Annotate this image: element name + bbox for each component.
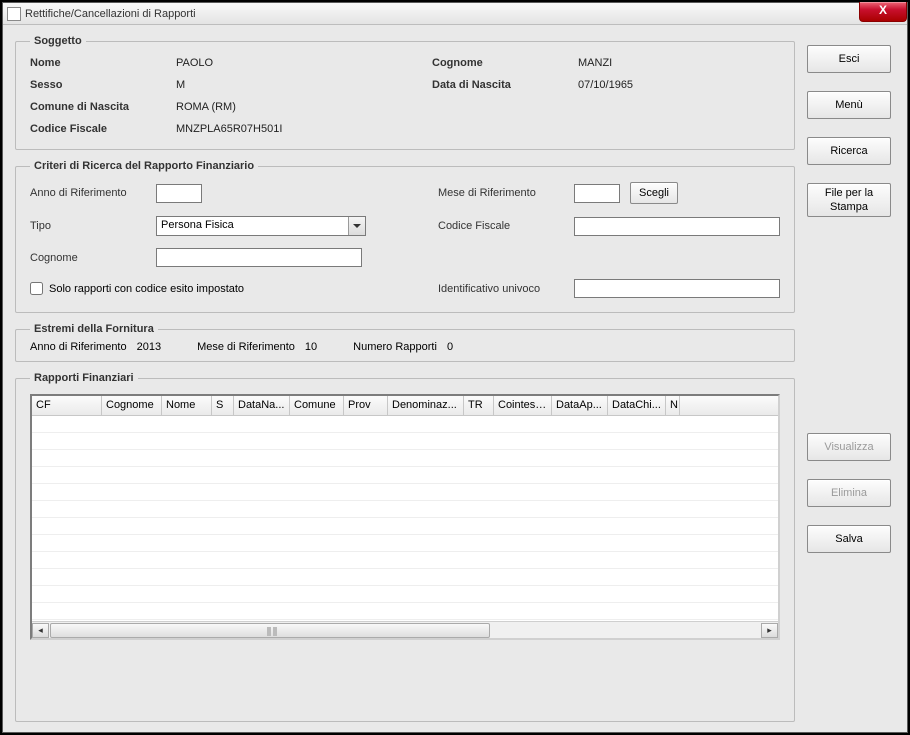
close-button[interactable]: X xyxy=(859,2,907,22)
solo-rapporti-checkbox[interactable]: Solo rapporti con codice esito impostato xyxy=(30,282,432,295)
value-nome: PAOLO xyxy=(176,57,426,69)
rapporti-group: Rapporti Finanziari CFCognomeNomeSDataNa… xyxy=(15,372,795,722)
label-data-nascita: Data di Nascita xyxy=(432,79,572,91)
column-header[interactable]: Comune xyxy=(290,396,344,415)
table-row[interactable] xyxy=(32,552,778,569)
column-header[interactable]: TR xyxy=(464,396,494,415)
column-header[interactable]: S xyxy=(212,396,234,415)
table-row[interactable] xyxy=(32,518,778,535)
table-row[interactable] xyxy=(32,467,778,484)
estremi-mese-value: 10 xyxy=(305,341,317,353)
identificativo-input[interactable] xyxy=(574,279,780,298)
scroll-right-icon[interactable]: ▸ xyxy=(761,623,778,638)
estremi-num-value: 0 xyxy=(447,341,453,353)
table-header: CFCognomeNomeSDataNa...ComuneProvDenomin… xyxy=(32,396,778,416)
estremi-mese-label: Mese di Riferimento xyxy=(197,341,295,353)
criteri-group: Criteri di Ricerca del Rapporto Finanzia… xyxy=(15,160,795,313)
estremi-anno-value: 2013 xyxy=(137,341,161,353)
cognome-input[interactable] xyxy=(156,248,362,267)
rapporti-legend: Rapporti Finanziari xyxy=(30,372,138,384)
column-header[interactable]: Denominaz... xyxy=(388,396,464,415)
solo-rapporti-label: Solo rapporti con codice esito impostato xyxy=(49,283,244,295)
table-body xyxy=(32,416,778,621)
table-row[interactable] xyxy=(32,603,778,620)
table-row[interactable] xyxy=(32,569,778,586)
label-tipo: Tipo xyxy=(30,220,150,232)
estremi-num-label: Numero Rapporti xyxy=(353,341,437,353)
column-header[interactable]: CF xyxy=(32,396,102,415)
value-comune-nascita: ROMA (RM) xyxy=(176,101,758,113)
chevron-down-icon xyxy=(348,217,365,235)
label-nome: Nome xyxy=(30,57,170,69)
stampa-button[interactable]: File per la Stampa xyxy=(807,183,891,217)
value-codice-fiscale: MNZPLA65R07H501I xyxy=(176,123,758,135)
salva-button[interactable]: Salva xyxy=(807,525,891,553)
table-row[interactable] xyxy=(32,484,778,501)
anno-rif-input[interactable] xyxy=(156,184,202,203)
tipo-selected: Persona Fisica xyxy=(157,217,348,235)
label-codice-fiscale: Codice Fiscale xyxy=(30,123,170,135)
criteri-legend: Criteri di Ricerca del Rapporto Finanzia… xyxy=(30,160,258,172)
column-header[interactable]: Cointest... xyxy=(494,396,552,415)
label-cognome: Cognome xyxy=(432,57,572,69)
table-row[interactable] xyxy=(32,586,778,603)
menu-button[interactable]: Menù xyxy=(807,91,891,119)
scegli-button[interactable]: Scegli xyxy=(630,182,678,204)
estremi-legend: Estremi della Fornitura xyxy=(30,323,158,335)
label-mese-rif: Mese di Riferimento xyxy=(438,187,568,199)
column-header[interactable]: DataChi... xyxy=(608,396,666,415)
window-icon xyxy=(7,7,21,21)
elimina-button[interactable]: Elimina xyxy=(807,479,891,507)
table-row[interactable] xyxy=(32,433,778,450)
scroll-track[interactable] xyxy=(49,623,761,638)
titlebar[interactable]: Rettifiche/Cancellazioni di Rapporti X xyxy=(3,3,907,25)
table-row[interactable] xyxy=(32,416,778,433)
label-cf: Codice Fiscale xyxy=(438,220,568,232)
estremi-anno-label: Anno di Riferimento xyxy=(30,341,127,353)
soggetto-group: Soggetto Nome PAOLO Cognome MANZI Sesso … xyxy=(15,35,795,150)
tipo-select[interactable]: Persona Fisica xyxy=(156,216,366,236)
value-sesso: M xyxy=(176,79,426,91)
dialog-window: Rettifiche/Cancellazioni di Rapporti X S… xyxy=(2,2,908,733)
column-header[interactable]: Nome xyxy=(162,396,212,415)
label-cognome-crit: Cognome xyxy=(30,252,150,264)
column-header[interactable]: Prov xyxy=(344,396,388,415)
table-row[interactable] xyxy=(32,535,778,552)
mese-rif-input[interactable] xyxy=(574,184,620,203)
column-header[interactable]: Cognome xyxy=(102,396,162,415)
label-comune-nascita: Comune di Nascita xyxy=(30,101,170,113)
estremi-group: Estremi della Fornitura Anno di Riferime… xyxy=(15,323,795,362)
value-cognome: MANZI xyxy=(578,57,758,69)
label-identificativo: Identificativo univoco xyxy=(438,283,568,295)
table-row[interactable] xyxy=(32,450,778,467)
scroll-left-icon[interactable]: ◂ xyxy=(32,623,49,638)
column-header[interactable]: DataAp... xyxy=(552,396,608,415)
scroll-thumb[interactable] xyxy=(50,623,490,638)
solo-rapporti-input[interactable] xyxy=(30,282,43,295)
cf-input[interactable] xyxy=(574,217,780,236)
visualizza-button[interactable]: Visualizza xyxy=(807,433,891,461)
ricerca-button[interactable]: Ricerca xyxy=(807,137,891,165)
table-row[interactable] xyxy=(32,501,778,518)
rapporti-table[interactable]: CFCognomeNomeSDataNa...ComuneProvDenomin… xyxy=(30,394,780,640)
soggetto-legend: Soggetto xyxy=(30,35,86,47)
label-sesso: Sesso xyxy=(30,79,170,91)
esci-button[interactable]: Esci xyxy=(807,45,891,73)
label-anno-rif: Anno di Riferimento xyxy=(30,187,150,199)
main-column: Soggetto Nome PAOLO Cognome MANZI Sesso … xyxy=(15,35,795,722)
value-data-nascita: 07/10/1965 xyxy=(578,79,758,91)
column-header[interactable]: DataNa... xyxy=(234,396,290,415)
column-header[interactable]: N xyxy=(666,396,680,415)
content-area: Soggetto Nome PAOLO Cognome MANZI Sesso … xyxy=(3,25,907,732)
side-column: Esci Menù Ricerca File per la Stampa Vis… xyxy=(807,35,895,722)
window-title: Rettifiche/Cancellazioni di Rapporti xyxy=(25,8,196,20)
horizontal-scrollbar[interactable]: ◂ ▸ xyxy=(32,621,778,638)
